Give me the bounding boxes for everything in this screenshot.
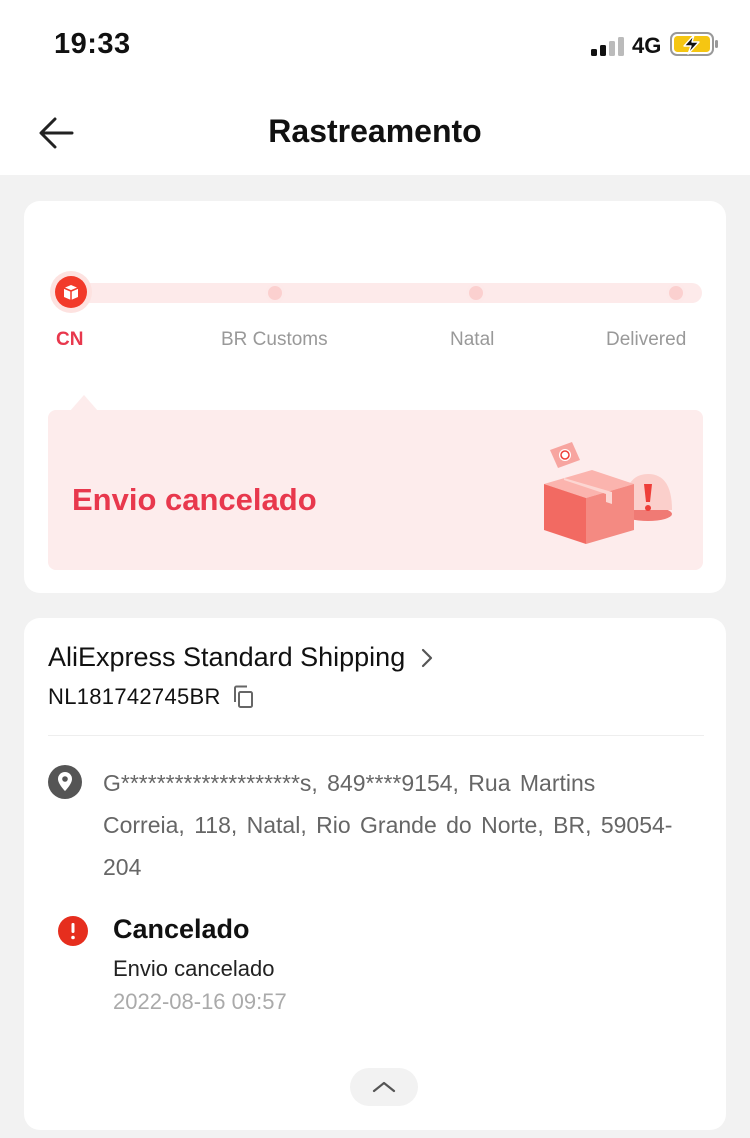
collapse-button[interactable] [350, 1068, 418, 1106]
carrier-link[interactable]: AliExpress Standard Shipping [48, 642, 435, 673]
step-dot-br-customs [265, 283, 285, 303]
notice-text: Envio cancelado [72, 482, 317, 517]
step-dot-delivered [666, 283, 686, 303]
step-label-cn: CN [56, 329, 84, 350]
status-notice: Envio cancelado [48, 410, 703, 570]
event-timestamp: 2022-08-16 09:57 [113, 989, 287, 1014]
carrier-name: AliExpress Standard Shipping [48, 642, 406, 672]
event-description: Envio cancelado [113, 956, 275, 981]
step-label-delivered: Delivered [606, 329, 687, 350]
progress-card: CN BR Customs Natal Delivered Envio canc… [24, 201, 726, 593]
page-title: Rastreamento [268, 113, 482, 149]
step-label-br-customs: BR Customs [221, 329, 328, 350]
divider [48, 735, 704, 736]
progress-track [70, 283, 702, 303]
top-bar: 19:33 4G Rastreamento [0, 0, 750, 175]
notice-pointer [70, 395, 98, 411]
network-type: 4G [632, 33, 662, 58]
event-title: Cancelado [113, 914, 250, 944]
cancelled-package-icon [544, 442, 672, 544]
battery-charging-icon [670, 32, 718, 56]
step-dot-natal [466, 283, 486, 303]
chevron-up-icon [372, 1081, 396, 1093]
delivery-address: G********************s, 849****9154, Rua… [103, 770, 673, 880]
package-icon [63, 285, 79, 300]
signal-bars-icon [591, 37, 624, 56]
shipping-card: AliExpress Standard Shipping NL181742745… [24, 618, 726, 1130]
alert-icon [58, 916, 88, 946]
step-label-natal: Natal [450, 329, 495, 350]
chevron-right-icon [422, 648, 433, 667]
tracking-number: NL181742745BR [48, 684, 221, 709]
step-current-marker [50, 271, 92, 313]
copy-icon[interactable] [231, 684, 255, 710]
status-time: 19:33 [54, 28, 131, 60]
tracking-row: NL181742745BR [48, 684, 255, 710]
location-pin-icon [48, 765, 82, 799]
